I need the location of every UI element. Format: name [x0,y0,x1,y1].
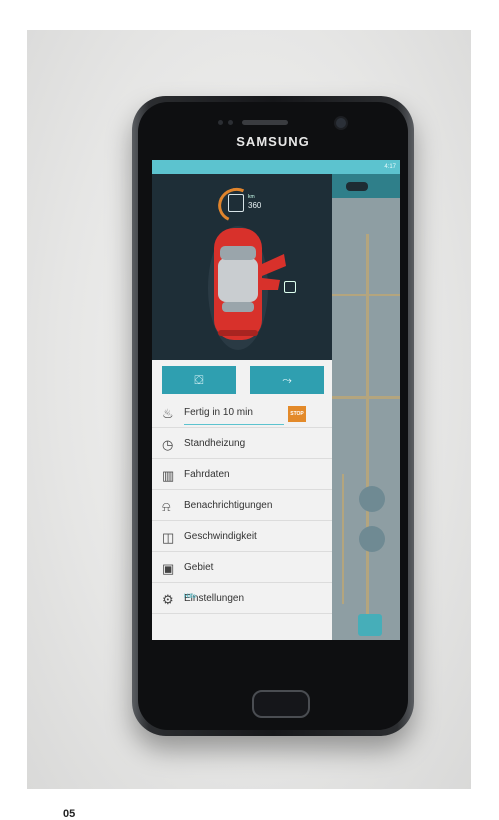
horn-flash-button[interactable]: ⤳ [250,366,324,394]
menu-item-fahrdaten[interactable]: ▥ Fahrdaten [152,462,332,490]
menu-item-label: Gebiet [184,562,214,573]
quick-actions: ⛋ ⤳ [162,366,324,394]
vehicle-status-panel: km 360 [152,174,332,360]
map-road [332,294,400,296]
menu-item-timer[interactable]: ♨ Fertig in 10 min STOP [152,400,332,428]
map-road [342,474,344,604]
range-unit: km [248,194,255,200]
map-header [332,174,400,198]
navigation-drawer: km 360 ⛋ ⤳ ♨ Fertig in 10 min STOP ◷ Sta… [152,174,332,640]
fuel-icon [228,194,244,212]
map-road [332,396,400,399]
menu-item-label: Standheizung [184,438,246,449]
menu-item-label: Fahrdaten [184,469,230,480]
sensor-icon [228,120,233,125]
stop-button[interactable]: STOP [288,406,306,422]
heater-button[interactable]: ⛋ [162,366,236,394]
flash-icon: ⤳ [282,373,292,387]
speedometer-icon: ◫ [162,530,175,545]
menu-item-einstellungen[interactable]: ⚙ Einstellungen [152,586,332,614]
car-bell-icon: ⍾ [162,499,171,514]
home-button[interactable] [252,690,310,718]
car-icon[interactable] [346,182,368,191]
menu-item-label: Benachrichtigungen [184,500,273,511]
gear-icon: ⚙ [162,592,174,607]
sensor-icon [218,120,223,125]
parking-button[interactable] [358,614,382,636]
phone-screen: 4:17 km 360 ⛋ ⤳ ♨ Fertig in 10 min STOP … [152,160,400,640]
menu-item-standheizung[interactable]: ◷ Standheizung [152,431,332,459]
phone-device: SAMSUNG 4:17 km 360 ⛋ ⤳ ♨ Fertig in 10 m… [132,96,414,736]
map-view[interactable] [332,174,400,640]
device-brand: SAMSUNG [236,134,310,149]
locate-button[interactable] [359,526,385,552]
map-area-icon: ▣ [162,561,175,576]
menu-item-geschwindigkeit[interactable]: ◫ Geschwindigkeit [152,524,332,552]
phone-front: SAMSUNG 4:17 km 360 ⛋ ⤳ ♨ Fertig in 10 m… [138,102,408,730]
status-bar: 4:17 [152,160,400,174]
timer-progress [184,424,284,425]
bar-chart-icon: ▥ [162,468,175,483]
range-value: 360 [248,201,262,210]
heater-icon: ⛋ [194,373,204,387]
earpiece-speaker [242,120,288,125]
lock-icon [284,281,296,293]
timer-label: Fertig in 10 min [184,407,253,418]
menu-item-label: Geschwindigkeit [184,531,257,542]
map-road [366,234,369,624]
help-link[interactable]: Hilfe [184,594,196,600]
clock-icon: ◷ [162,437,174,452]
heater-icon: ♨ [162,406,174,421]
front-camera [334,116,348,130]
page-number: 05 [63,808,76,820]
menu-item-benachrichtigungen[interactable]: ⍾ Benachrichtigungen [152,493,332,521]
menu-item-gebiet[interactable]: ▣ Gebiet [152,555,332,583]
car-top-view [208,226,286,350]
navigation-button[interactable] [359,486,385,512]
